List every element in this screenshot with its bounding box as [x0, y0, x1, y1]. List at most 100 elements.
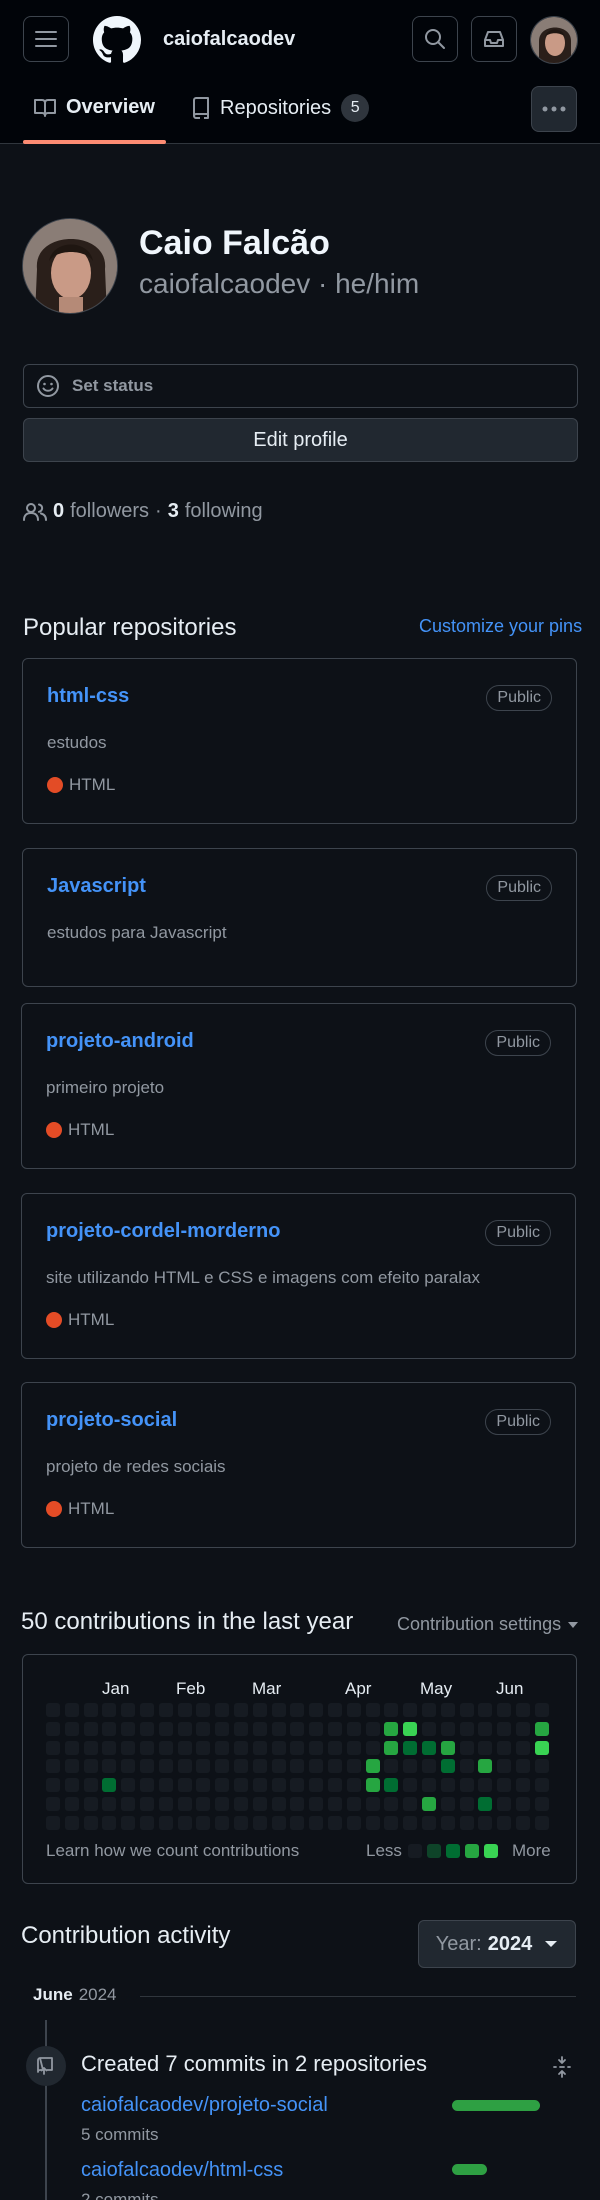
- contribution-day-cell[interactable]: [478, 1797, 493, 1811]
- contribution-day-cell[interactable]: [328, 1721, 342, 1736]
- contribution-day-cell[interactable]: [497, 1778, 512, 1793]
- contribution-day-cell[interactable]: [177, 1703, 192, 1717]
- contribution-day-cell[interactable]: [158, 1778, 173, 1793]
- contribution-day-cell[interactable]: [121, 1759, 136, 1774]
- contribution-day-cell[interactable]: [46, 1740, 60, 1755]
- contribution-day-cell[interactable]: [497, 1721, 512, 1736]
- contribution-day-cell[interactable]: [328, 1815, 342, 1830]
- contribution-day-cell[interactable]: [102, 1740, 117, 1755]
- contribution-day-cell[interactable]: [422, 1778, 436, 1793]
- contribution-day-cell[interactable]: [478, 1778, 493, 1793]
- contribution-day-cell[interactable]: [365, 1759, 380, 1774]
- contribution-day-cell[interactable]: [271, 1778, 286, 1793]
- contribution-day-cell[interactable]: [459, 1815, 474, 1830]
- contribution-day-cell[interactable]: [46, 1815, 60, 1830]
- contribution-day-cell[interactable]: [422, 1721, 436, 1736]
- contribution-day-cell[interactable]: [102, 1721, 117, 1736]
- contribution-day-cell[interactable]: [516, 1703, 530, 1717]
- contribution-day-cell[interactable]: [83, 1703, 98, 1717]
- contribution-day-cell[interactable]: [497, 1797, 512, 1811]
- contribution-day-cell[interactable]: [309, 1815, 324, 1830]
- contribution-day-cell[interactable]: [384, 1797, 399, 1811]
- search-button[interactable]: [412, 16, 458, 62]
- contribution-day-cell[interactable]: [83, 1778, 98, 1793]
- contribution-day-cell[interactable]: [158, 1721, 173, 1736]
- followers-label[interactable]: followers: [70, 500, 149, 523]
- contribution-day-cell[interactable]: [422, 1740, 436, 1755]
- contribution-day-cell[interactable]: [196, 1815, 211, 1830]
- contribution-day-cell[interactable]: [102, 1759, 117, 1774]
- contribution-day-cell[interactable]: [403, 1797, 418, 1811]
- contribution-day-cell[interactable]: [534, 1815, 549, 1830]
- contribution-day-cell[interactable]: [64, 1797, 79, 1811]
- tab-repositories[interactable]: Repositories 5: [192, 94, 370, 122]
- contribution-day-cell[interactable]: [440, 1815, 455, 1830]
- contribution-day-cell[interactable]: [158, 1815, 173, 1830]
- tab-overview[interactable]: Overview: [34, 96, 155, 119]
- followers-count[interactable]: 0: [53, 500, 64, 523]
- contribution-day-cell[interactable]: [215, 1815, 230, 1830]
- contribution-day-cell[interactable]: [440, 1740, 455, 1755]
- contribution-day-cell[interactable]: [534, 1778, 549, 1793]
- contribution-day-cell[interactable]: [271, 1797, 286, 1811]
- contribution-day-cell[interactable]: [102, 1815, 117, 1830]
- contribution-day-cell[interactable]: [271, 1759, 286, 1774]
- contribution-day-cell[interactable]: [64, 1740, 79, 1755]
- contribution-day-cell[interactable]: [346, 1740, 361, 1755]
- contribution-day-cell[interactable]: [478, 1740, 493, 1755]
- contribution-day-cell[interactable]: [102, 1778, 117, 1793]
- contribution-day-cell[interactable]: [534, 1721, 549, 1736]
- contribution-day-cell[interactable]: [422, 1759, 436, 1774]
- contribution-day-cell[interactable]: [215, 1703, 230, 1717]
- contribution-day-cell[interactable]: [403, 1815, 418, 1830]
- following-label[interactable]: following: [185, 500, 263, 523]
- contribution-day-cell[interactable]: [140, 1703, 154, 1717]
- user-avatar-button[interactable]: [530, 16, 578, 64]
- contribution-day-cell[interactable]: [328, 1797, 342, 1811]
- contribution-day-cell[interactable]: [346, 1797, 361, 1811]
- contribution-day-cell[interactable]: [121, 1797, 136, 1811]
- contribution-day-cell[interactable]: [177, 1797, 192, 1811]
- contribution-day-cell[interactable]: [121, 1815, 136, 1830]
- contribution-day-cell[interactable]: [309, 1778, 324, 1793]
- contribution-day-cell[interactable]: [290, 1815, 305, 1830]
- contribution-day-cell[interactable]: [516, 1759, 530, 1774]
- contribution-day-cell[interactable]: [121, 1740, 136, 1755]
- contribution-day-cell[interactable]: [158, 1797, 173, 1811]
- set-status-button[interactable]: Set status: [23, 364, 578, 408]
- contribution-day-cell[interactable]: [440, 1703, 455, 1717]
- contribution-day-cell[interactable]: [140, 1740, 154, 1755]
- edit-profile-button[interactable]: Edit profile: [23, 418, 578, 462]
- repo-name-link[interactable]: html-css: [47, 685, 129, 708]
- contribution-day-cell[interactable]: [478, 1759, 493, 1774]
- customize-pins-link[interactable]: Customize your pins: [419, 616, 582, 637]
- contribution-day-cell[interactable]: [290, 1778, 305, 1793]
- contribution-day-cell[interactable]: [64, 1721, 79, 1736]
- contribution-day-cell[interactable]: [290, 1703, 305, 1717]
- contribution-day-cell[interactable]: [459, 1740, 474, 1755]
- contribution-day-cell[interactable]: [459, 1797, 474, 1811]
- contribution-day-cell[interactable]: [140, 1759, 154, 1774]
- contribution-day-cell[interactable]: [158, 1759, 173, 1774]
- contribution-day-cell[interactable]: [121, 1703, 136, 1717]
- contribution-day-cell[interactable]: [234, 1797, 248, 1811]
- contribution-day-cell[interactable]: [516, 1721, 530, 1736]
- contribution-day-cell[interactable]: [346, 1778, 361, 1793]
- contribution-day-cell[interactable]: [234, 1721, 248, 1736]
- contribution-day-cell[interactable]: [290, 1721, 305, 1736]
- contribution-day-cell[interactable]: [365, 1740, 380, 1755]
- menu-button[interactable]: [23, 16, 69, 62]
- contribution-day-cell[interactable]: [196, 1759, 211, 1774]
- repo-name-link[interactable]: projeto-cordel-morderno: [46, 1220, 280, 1243]
- contribution-day-cell[interactable]: [64, 1815, 79, 1830]
- repo-name-link[interactable]: projeto-social: [46, 1409, 177, 1432]
- contribution-day-cell[interactable]: [252, 1721, 267, 1736]
- contribution-day-cell[interactable]: [422, 1815, 436, 1830]
- contribution-day-cell[interactable]: [384, 1721, 399, 1736]
- contribution-day-cell[interactable]: [121, 1721, 136, 1736]
- contribution-day-cell[interactable]: [140, 1815, 154, 1830]
- contribution-day-cell[interactable]: [346, 1815, 361, 1830]
- contribution-day-cell[interactable]: [497, 1759, 512, 1774]
- contribution-day-cell[interactable]: [215, 1759, 230, 1774]
- contribution-day-cell[interactable]: [234, 1703, 248, 1717]
